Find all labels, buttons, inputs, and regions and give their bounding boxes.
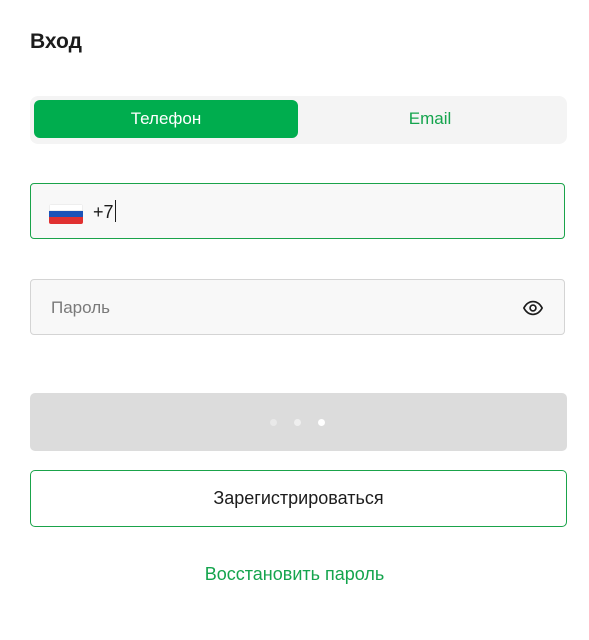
eye-icon[interactable] [522, 297, 544, 319]
login-button[interactable] [30, 393, 567, 451]
phone-input[interactable]: +7 [93, 200, 117, 223]
loading-dot [318, 419, 325, 426]
password-field [30, 279, 565, 336]
page-title: Вход [30, 30, 82, 53]
tab-phone[interactable]: Телефон [34, 100, 298, 138]
russia-flag-icon[interactable] [49, 204, 83, 224]
text-caret [114, 200, 117, 222]
register-button[interactable]: Зарегистрироваться [30, 470, 567, 527]
auth-method-tabs: Телефон Email [30, 96, 567, 144]
tab-email[interactable]: Email [298, 100, 562, 138]
phone-field[interactable]: +7 [30, 183, 565, 239]
restore-password-link[interactable]: Восстановить пароль [0, 564, 589, 585]
loading-dot [294, 419, 301, 426]
phone-value-text: +7 [93, 202, 114, 222]
loading-dot [270, 419, 277, 426]
password-input[interactable] [49, 280, 523, 336]
